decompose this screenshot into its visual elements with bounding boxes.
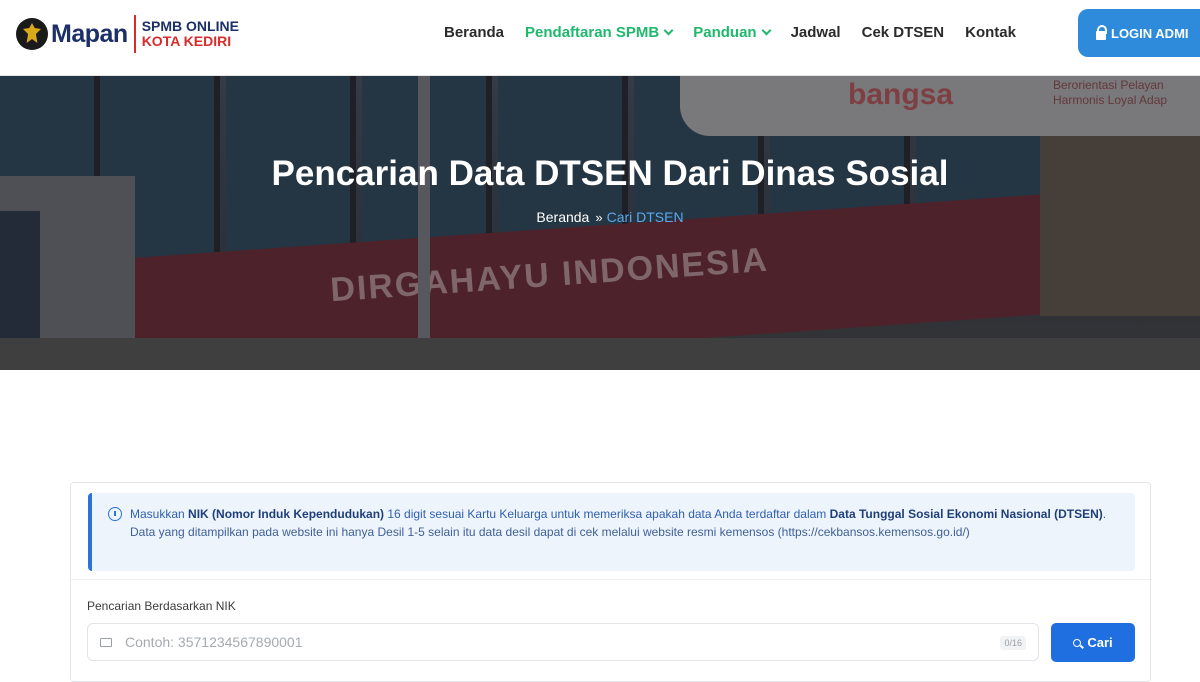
breadcrumb-separator-icon: » — [595, 209, 602, 225]
chevron-down-icon — [663, 25, 674, 36]
nav-item-kontak[interactable]: Kontak — [965, 24, 1016, 41]
nav-item-cek-dtsen[interactable]: Cek DTSEN — [862, 24, 945, 41]
search-button[interactable]: Cari — [1051, 623, 1135, 662]
nav-item-pendaftaran-spmb[interactable]: Pendaftaran SPMB — [525, 24, 674, 41]
nav-item-label: Panduan — [693, 24, 757, 41]
nav-item-jadwal[interactable]: Jadwal — [791, 24, 841, 41]
logo-line-1: SPMB ONLINE — [141, 18, 239, 34]
nav-item-label: Cek DTSEN — [861, 24, 945, 41]
nav-item-panduan[interactable]: Panduan — [693, 24, 772, 41]
search-icon — [1073, 638, 1082, 647]
site-logo[interactable]: Mapan SPMB ONLINE KOTA KEDIRI — [16, 14, 239, 54]
info-alert-note: Data yang ditampilkan pada website ini h… — [130, 525, 970, 539]
search-button-label: Cari — [1087, 635, 1113, 650]
logo-separator — [133, 15, 136, 53]
page-title: Pencarian Data DTSEN Dari Dinas Sosial — [271, 154, 949, 193]
logo-line-2: KOTA KEDIRI — [141, 33, 232, 49]
character-counter: 0/16 — [1000, 636, 1026, 650]
id-card-icon — [100, 638, 112, 647]
breadcrumb: Beranda » Cari DTSEN — [0, 209, 1200, 225]
lock-icon — [1096, 24, 1107, 40]
breadcrumb-home-link[interactable]: Beranda — [536, 209, 589, 225]
info-alert-text: Masukkan NIK (Nomor Induk Kependudukan) … — [130, 505, 1125, 541]
nav-item-beranda[interactable]: Beranda — [444, 24, 504, 41]
login-button-label: LOGIN ADMI — [1111, 25, 1189, 41]
info-alert: Masukkan NIK (Nomor Induk Kependudukan) … — [88, 493, 1135, 571]
info-bold-nik: NIK (Nomor Induk Kependudukan) — [188, 507, 385, 521]
nav-item-label: Beranda — [444, 24, 505, 41]
breadcrumb-current: Cari DTSEN — [606, 209, 684, 225]
info-circle-icon — [108, 507, 122, 521]
card-divider — [71, 579, 1152, 580]
login-admin-button[interactable]: LOGIN ADMI — [1078, 9, 1200, 57]
chevron-down-icon — [761, 25, 772, 36]
nav-item-label: Pendaftaran SPMB — [525, 24, 660, 41]
nav-item-label: Kontak — [965, 24, 1016, 41]
nik-field-label: Pencarian Berdasarkan NIK — [87, 599, 236, 613]
search-card: Masukkan NIK (Nomor Induk Kependudukan) … — [70, 482, 1152, 682]
garuda-emblem-icon — [16, 18, 48, 50]
logo-text: SPMB ONLINE KOTA KEDIRI — [142, 19, 239, 49]
nav-item-label: Jadwal — [790, 24, 841, 41]
logo-wordmark: Mapan — [51, 19, 128, 48]
main-nav: Beranda Pendaftaran SPMB Panduan Jadwal … — [444, 24, 1037, 41]
nik-input-placeholder[interactable]: Contoh: 3571234567890001 — [125, 634, 303, 650]
info-bold-dtsen: Data Tunggal Sosial Ekonomi Nasional (DT… — [829, 507, 1103, 521]
top-navbar: Mapan SPMB ONLINE KOTA KEDIRI Beranda Pe… — [0, 0, 1200, 76]
nik-input[interactable]: Contoh: 3571234567890001 0/16 — [87, 623, 1039, 661]
